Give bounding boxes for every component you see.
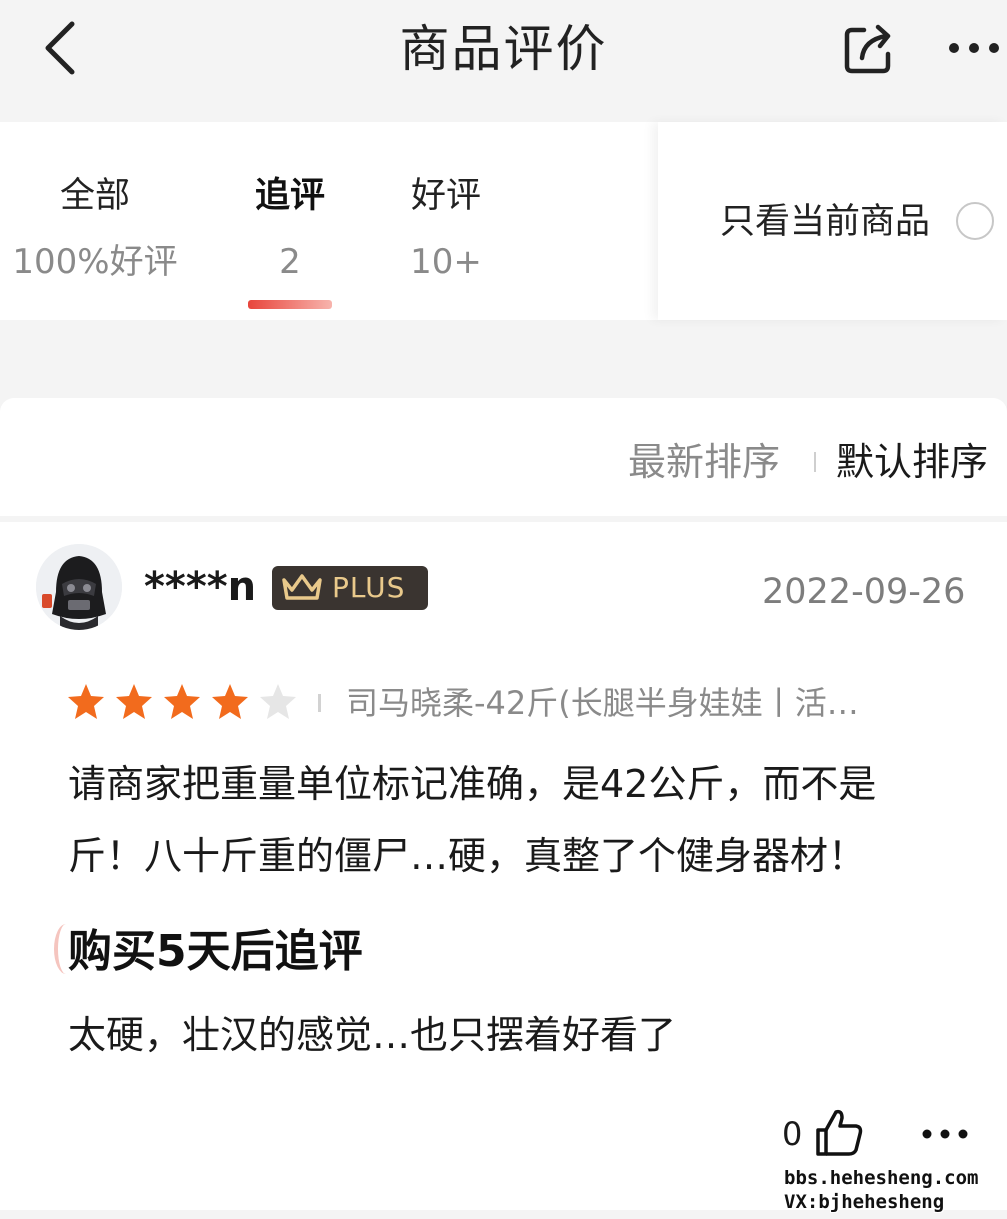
top-bar: 商品评价: [0, 0, 1007, 120]
tab-count: 2: [279, 242, 301, 282]
current-product-filter[interactable]: 只看当前商品: [658, 122, 1007, 320]
star-filled-icon: [68, 684, 104, 719]
tab-positive[interactable]: 好评 10+: [386, 122, 506, 320]
filter-label: 只看当前商品: [720, 202, 931, 242]
reviewer-name: ****n: [144, 564, 257, 610]
tab-all[interactable]: 全部 100%好评: [0, 122, 190, 320]
star-empty-icon: [260, 684, 296, 719]
tab-count: 100%好评: [12, 242, 178, 282]
star-filled-icon: [212, 684, 248, 719]
thumbs-up-icon: [816, 1109, 863, 1156]
meta-divider: [318, 694, 321, 712]
review-content-line: 请商家把重量单位标记准确，是42公斤，而不是: [68, 762, 877, 806]
watermark-line: bbs.hehesheng.com: [784, 1167, 979, 1189]
more-horizontal-icon: [922, 1129, 968, 1139]
share-button[interactable]: [842, 20, 898, 76]
sort-divider: [814, 452, 816, 472]
active-tab-indicator: [248, 300, 332, 309]
plus-member-badge: PLUS: [272, 566, 428, 610]
crown-icon: [282, 574, 322, 600]
review-content-line: 斤！八十斤重的僵尸…硬，真整了个健身器材！: [68, 834, 867, 878]
sort-default-button[interactable]: 默认排序: [836, 438, 988, 486]
tab-label: 追评: [254, 176, 325, 216]
share-icon: [844, 24, 891, 74]
avatar[interactable]: [36, 544, 122, 630]
tab-label: 好评: [410, 176, 481, 216]
like-count: 0: [782, 1115, 803, 1153]
tab-count: 10+: [410, 242, 482, 282]
review-more-button[interactable]: [920, 1122, 970, 1146]
tab-followup[interactable]: 追评 2: [230, 122, 350, 320]
watermark-line: VX:bjhehesheng: [784, 1191, 945, 1213]
star-filled-icon: [116, 684, 152, 719]
followup-title: 购买5天后追评: [68, 926, 363, 977]
sort-bar: 最新排序 默认排序: [0, 398, 1007, 516]
review-filter-tabs: 全部 100%好评 追评 2 好评 10+: [0, 122, 658, 320]
review-page: 商品评价 全部 100%好评 追评 2 好评 10+ 只看当前商品 最新排序 默…: [0, 0, 1007, 1219]
review-card: ****n PLUS 2022-09-26 司马晓柔-42斤(长腿半身娃娃丨活……: [0, 522, 1007, 1210]
sort-latest-button[interactable]: 最新排序: [628, 438, 780, 486]
like-button[interactable]: [812, 1106, 866, 1160]
review-content: 请商家把重量单位标记准确，是42公斤，而不是 斤！八十斤重的僵尸…硬，真整了个健…: [68, 748, 968, 892]
followup-content: 太硬，壮汉的感觉…也只摆着好看了: [68, 1013, 677, 1057]
more-horizontal-icon: [949, 43, 999, 53]
tab-label: 全部: [59, 176, 130, 216]
avatar-image: [36, 544, 122, 630]
plus-badge-label: PLUS: [332, 571, 406, 604]
product-variant[interactable]: 司马晓柔-42斤(长腿半身娃娃丨活…: [346, 682, 936, 724]
more-button[interactable]: [946, 28, 1002, 68]
filter-radio[interactable]: [956, 202, 994, 240]
review-date: 2022-09-26: [762, 572, 966, 612]
star-filled-icon: [164, 684, 200, 719]
